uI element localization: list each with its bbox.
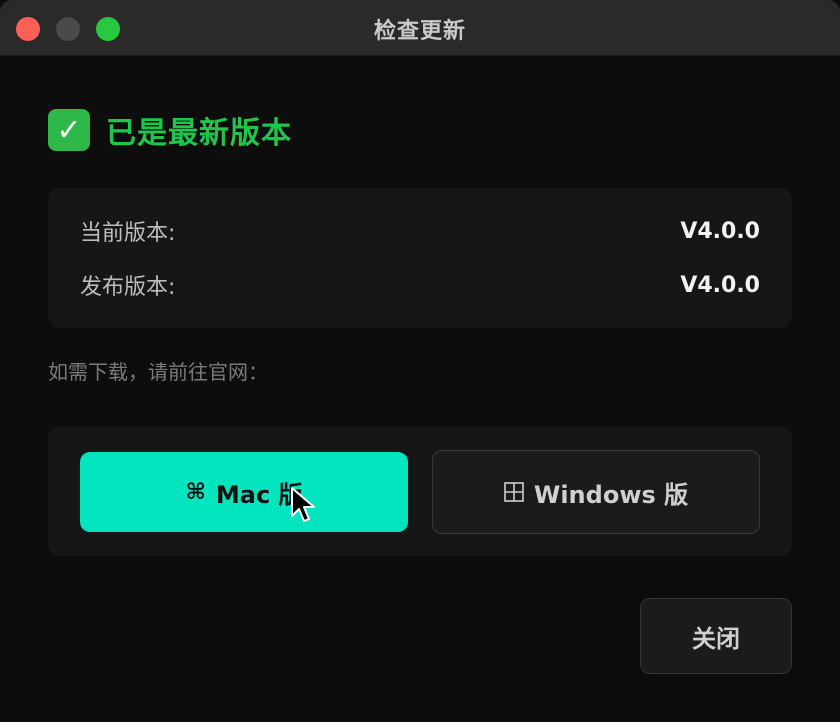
status-text: 已是最新版本: [106, 116, 292, 151]
current-version-row: 当前版本: V4.0.0: [80, 214, 760, 248]
mac-download-button[interactable]: ⌘ Mac 版: [80, 452, 408, 532]
window-title: 检查更新: [373, 19, 466, 44]
close-button[interactable]: 关闭: [640, 598, 792, 674]
current-version-value: V4.0.0: [680, 218, 760, 244]
title-bar: 检查更新: [0, 0, 840, 56]
command-icon: ⌘: [185, 479, 206, 505]
version-info-card: 当前版本: V4.0.0 发布版本: V4.0.0: [48, 188, 792, 328]
current-version-label: 当前版本:: [80, 221, 176, 246]
checkmark-icon: ✓: [48, 109, 90, 151]
windows-download-button[interactable]: Windows 版: [432, 450, 760, 534]
download-hint: 如需下载，请前往官网：: [48, 360, 268, 384]
windows-icon: [504, 482, 524, 502]
windows-download-label: Windows 版: [533, 480, 689, 509]
release-version-value: V4.0.0: [680, 272, 760, 298]
update-status: ✓ 已是最新版本: [48, 108, 292, 152]
download-options-card: ⌘ Mac 版 Windows 版: [48, 426, 792, 556]
mouse-pointer-icon: [291, 487, 315, 522]
release-version-label: 发布版本:: [80, 275, 176, 300]
release-version-row: 发布版本: V4.0.0: [80, 268, 760, 302]
update-dialog-window: 检查更新 ✓ 已是最新版本 当前版本: V4.0.0 发布版本: V4.0.0 …: [0, 0, 840, 722]
